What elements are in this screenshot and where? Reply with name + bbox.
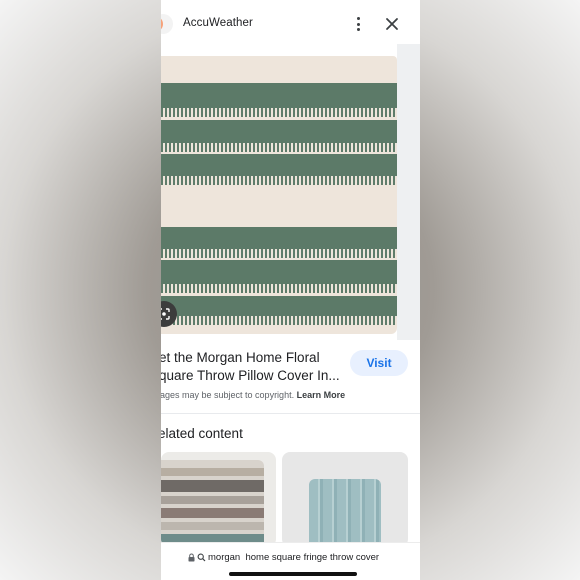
search-icon — [197, 553, 206, 562]
image-preview[interactable] — [161, 44, 420, 340]
more-options-button[interactable] — [349, 14, 367, 34]
copyright-text: ages may be subject to copyright. — [161, 390, 295, 400]
divider — [161, 413, 420, 414]
header-bar: AccuWeather — [161, 0, 420, 48]
close-button[interactable] — [384, 16, 400, 32]
site-name[interactable]: AccuWeather — [183, 17, 253, 29]
url-display[interactable]: morgan home square fringe throw cover — [188, 552, 379, 563]
next-image-thumbnail[interactable] — [397, 44, 420, 340]
accuweather-sun-icon — [161, 14, 173, 34]
copyright-notice: ages may be subject to copyright. Learn … — [161, 390, 345, 400]
related-card[interactable] — [282, 452, 408, 547]
home-indicator[interactable] — [229, 572, 357, 576]
related-content-heading: elated content — [161, 426, 243, 441]
close-icon — [386, 18, 398, 30]
lens-icon — [161, 308, 170, 320]
bottom-sheet: AccuWeather et the Morgan Home Floral qu… — [161, 0, 420, 580]
related-card-image — [309, 479, 381, 547]
more-vert-icon — [356, 17, 360, 20]
result-title-line1: et the Morgan Home Floral — [161, 350, 320, 365]
related-card-image — [161, 460, 264, 547]
result-title-line2: quare Throw Pillow Cover In... — [161, 368, 340, 383]
learn-more-link[interactable]: Learn More — [297, 390, 346, 400]
visit-button[interactable]: Visit — [350, 350, 408, 376]
related-card[interactable] — [161, 452, 276, 547]
search-query: morgan home square fringe throw cover — [208, 552, 380, 563]
result-title[interactable]: et the Morgan Home Floral quare Throw Pi… — [161, 349, 344, 385]
lock-icon — [188, 553, 195, 562]
product-image[interactable] — [161, 56, 397, 334]
url-bar[interactable]: morgan home square fringe throw cover — [161, 542, 420, 580]
